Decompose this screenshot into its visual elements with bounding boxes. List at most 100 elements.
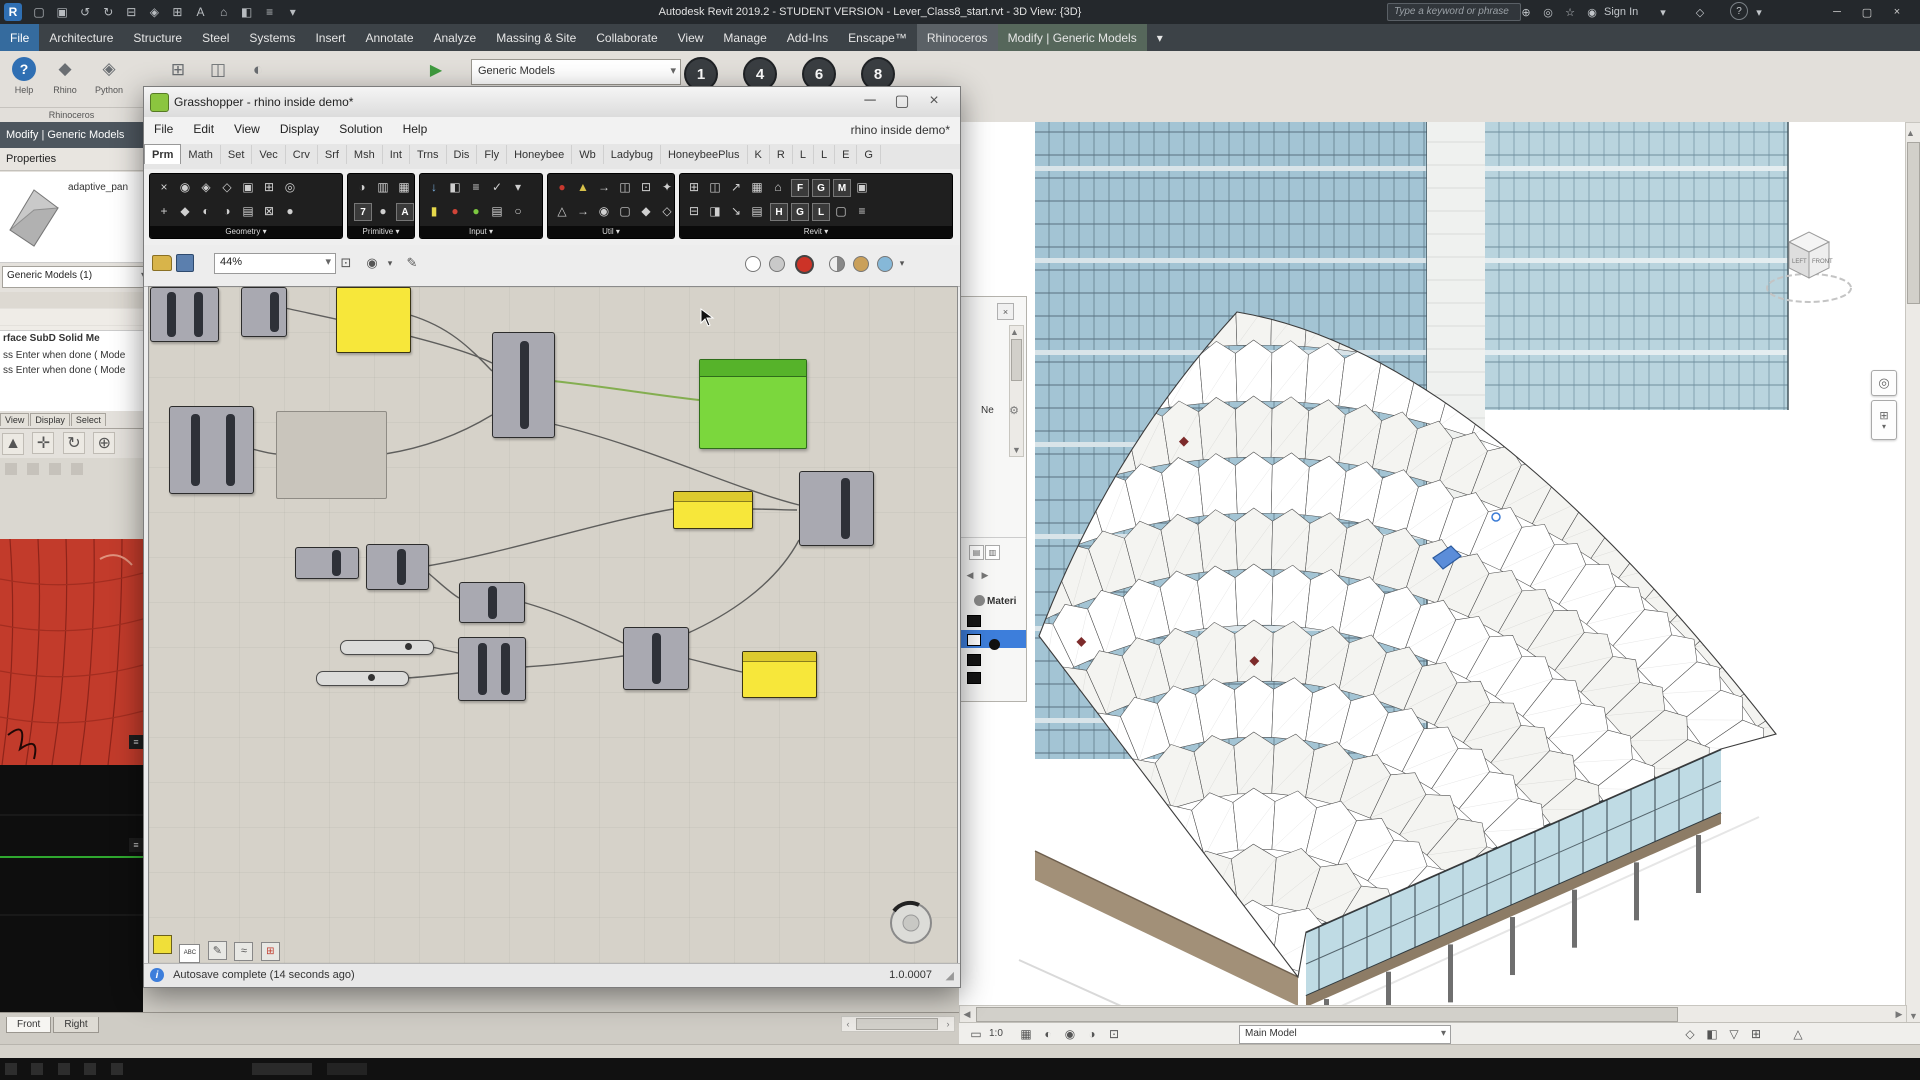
section-icon[interactable]: ◧ xyxy=(238,3,256,21)
design-options-dropdown[interactable]: Main Model ▾ xyxy=(1239,1025,1451,1044)
gh-node-component[interactable] xyxy=(458,637,526,701)
gh-component-icon[interactable]: ▾ xyxy=(508,176,528,198)
gh-tab-honeybeeplus[interactable]: HoneybeePlus xyxy=(661,145,748,164)
hide-icon[interactable]: ◧ xyxy=(1703,1025,1721,1043)
gh-tab-e[interactable]: E xyxy=(835,145,858,164)
gh-component-icon[interactable]: ● xyxy=(373,200,393,222)
gh-tab-ladybug[interactable]: Ladybug xyxy=(604,145,661,164)
doc2-icon[interactable]: ▥ xyxy=(985,545,1000,560)
gh-component-icon[interactable]: → xyxy=(573,200,593,222)
gh-tab-honeybee[interactable]: Honeybee xyxy=(507,145,573,164)
gh-component-icon[interactable]: ▥ xyxy=(373,176,393,198)
ribbon-tab-add-ins[interactable]: Add-Ins xyxy=(777,24,838,51)
prev-icon[interactable]: ◀ xyxy=(964,569,976,581)
thin-lines-icon[interactable]: ≡ xyxy=(261,3,279,21)
preview-shaded-icon[interactable] xyxy=(795,255,814,274)
python-button-label[interactable]: Python xyxy=(84,85,134,95)
maximize-button[interactable]: ▢ xyxy=(1854,2,1880,22)
steering-wheel-icon[interactable]: ◎ xyxy=(1871,370,1897,396)
gh-component-icon[interactable]: ● xyxy=(552,176,572,198)
gh-component-icon[interactable]: ◉ xyxy=(594,200,614,222)
gh-component-icon[interactable]: ▲ xyxy=(573,176,593,198)
help-icon[interactable]: ? xyxy=(1730,2,1748,20)
minimize-button[interactable]: ─ xyxy=(856,91,884,111)
next-icon[interactable]: ▶ xyxy=(979,569,991,581)
save-file-icon[interactable] xyxy=(176,254,194,272)
gh-node-component[interactable] xyxy=(799,471,874,546)
revit-3d-view[interactable]: LEFT FRONT ◎ ⊞ ▾ × ▲ ▼ Ne ⚙ ▤ ▥ ◀ ▶ Mater… xyxy=(959,122,1905,1005)
gh-component-icon[interactable]: ▦ xyxy=(747,176,767,198)
display-blue-icon[interactable] xyxy=(877,256,893,272)
gh-component-icon[interactable]: ⊟ xyxy=(684,200,704,222)
ribbon-panel-label[interactable]: Rhinoceros xyxy=(0,107,143,120)
type-selector[interactable]: Generic Models (1) ▾ xyxy=(2,266,143,288)
gh-component-icon[interactable]: ▢ xyxy=(831,200,851,222)
ribbon-tab-steel[interactable]: Steel xyxy=(192,24,239,51)
ribbon-tab-modify-generic-models[interactable]: Modify | Generic Models xyxy=(997,24,1147,51)
gh-tab-math[interactable]: Math xyxy=(181,145,221,164)
gh-component-icon[interactable]: ≡ xyxy=(466,176,486,198)
dimension-icon[interactable]: ⊞ xyxy=(168,3,186,21)
gh-node-component[interactable] xyxy=(295,547,359,579)
gh-component-icon[interactable]: ⊞ xyxy=(259,176,279,198)
gh-tab-trns[interactable]: Trns xyxy=(410,145,447,164)
modify-tab-dropdown-icon[interactable]: ▾ xyxy=(1147,24,1173,51)
gh-component-letter-g[interactable]: G xyxy=(791,203,809,221)
view3d-icon[interactable]: ⌂ xyxy=(215,3,233,21)
gh-component-icon[interactable]: ▤ xyxy=(747,200,767,222)
gh-component-icon[interactable]: ◐ xyxy=(196,200,216,222)
material-swatch[interactable] xyxy=(967,672,981,684)
gh-component-icon[interactable]: ✓ xyxy=(487,176,507,198)
gh-menu-view[interactable]: View xyxy=(224,117,270,141)
gh-component-icon[interactable]: ◇ xyxy=(657,200,677,222)
ribbon-tab-systems[interactable]: Systems xyxy=(239,24,305,51)
gh-component-letter-h[interactable]: H xyxy=(770,203,788,221)
detail-level-icon[interactable]: ▦ xyxy=(1017,1025,1035,1043)
preview-off-icon[interactable] xyxy=(745,256,761,272)
rhino-viewport-front[interactable] xyxy=(0,765,143,1012)
properties-panel-header[interactable]: Properties xyxy=(0,148,143,171)
gh-tab-prm[interactable]: Prm xyxy=(144,144,182,164)
gear-icon[interactable]: ⚙ xyxy=(1007,403,1021,417)
gh-menu-help[interactable]: Help xyxy=(393,117,438,141)
gh-component-icon[interactable]: + xyxy=(154,200,174,222)
viewport-tab-front[interactable]: Front xyxy=(6,1017,52,1033)
gh-menu-solution[interactable]: Solution xyxy=(329,117,392,141)
type-selector-dropdown[interactable]: Generic Models ▾ xyxy=(471,59,681,85)
rotate-tool-icon[interactable]: ↻ xyxy=(62,432,85,454)
gh-group-label[interactable]: Input ▾ xyxy=(420,226,542,238)
redo-icon[interactable]: ↻ xyxy=(99,3,117,21)
sign-in-dropdown-icon[interactable]: ▾ xyxy=(1656,2,1670,22)
sun-path-icon[interactable]: ◉ xyxy=(1061,1025,1079,1043)
gh-component-icon[interactable]: → xyxy=(594,176,614,198)
preview-icon[interactable]: ◐ xyxy=(245,57,271,83)
paint-icon[interactable]: ✎ xyxy=(402,253,422,273)
rhino-button-label[interactable]: Rhino xyxy=(42,85,88,95)
gh-tab-r[interactable]: R xyxy=(770,145,793,164)
visual-style-icon[interactable]: ◐ xyxy=(1039,1025,1057,1043)
pointer-tool-icon[interactable]: ▲ xyxy=(2,433,24,455)
python-icon[interactable]: ◈ xyxy=(96,56,122,82)
gh-slider-grip[interactable] xyxy=(368,674,375,681)
open-icon[interactable]: ▢ xyxy=(30,3,48,21)
panel-close-icon[interactable]: × xyxy=(997,303,1014,320)
gh-group-label[interactable]: Revit ▾ xyxy=(680,226,952,238)
gh-component-icon[interactable]: ◨ xyxy=(705,200,725,222)
ribbon-tab-file[interactable]: File xyxy=(0,24,40,51)
maximize-button[interactable]: ▢ xyxy=(888,91,916,111)
gh-component-icon[interactable]: ▦ xyxy=(394,176,414,198)
gh-component-letter-a[interactable]: A xyxy=(396,203,414,221)
scale-icon[interactable]: ▭ xyxy=(967,1025,985,1043)
ribbon-tab-analyze[interactable]: Analyze xyxy=(424,24,487,51)
gh-node-component[interactable] xyxy=(366,544,429,590)
gh-component-icon[interactable]: ◫ xyxy=(705,176,725,198)
store-icon[interactable]: ◇ xyxy=(1690,2,1710,22)
gh-component-icon[interactable]: ○ xyxy=(508,200,528,222)
pan-tool-icon[interactable]: ✛ xyxy=(32,432,55,454)
ribbon-tab-architecture[interactable]: Architecture xyxy=(39,24,123,51)
gh-component-icon[interactable]: ↗ xyxy=(726,176,746,198)
material-swatch[interactable] xyxy=(967,654,981,666)
scale-value[interactable]: 1:0 xyxy=(989,1028,1003,1039)
gh-component-icon[interactable]: ▢ xyxy=(615,200,635,222)
gh-component-icon[interactable]: ▤ xyxy=(238,200,258,222)
